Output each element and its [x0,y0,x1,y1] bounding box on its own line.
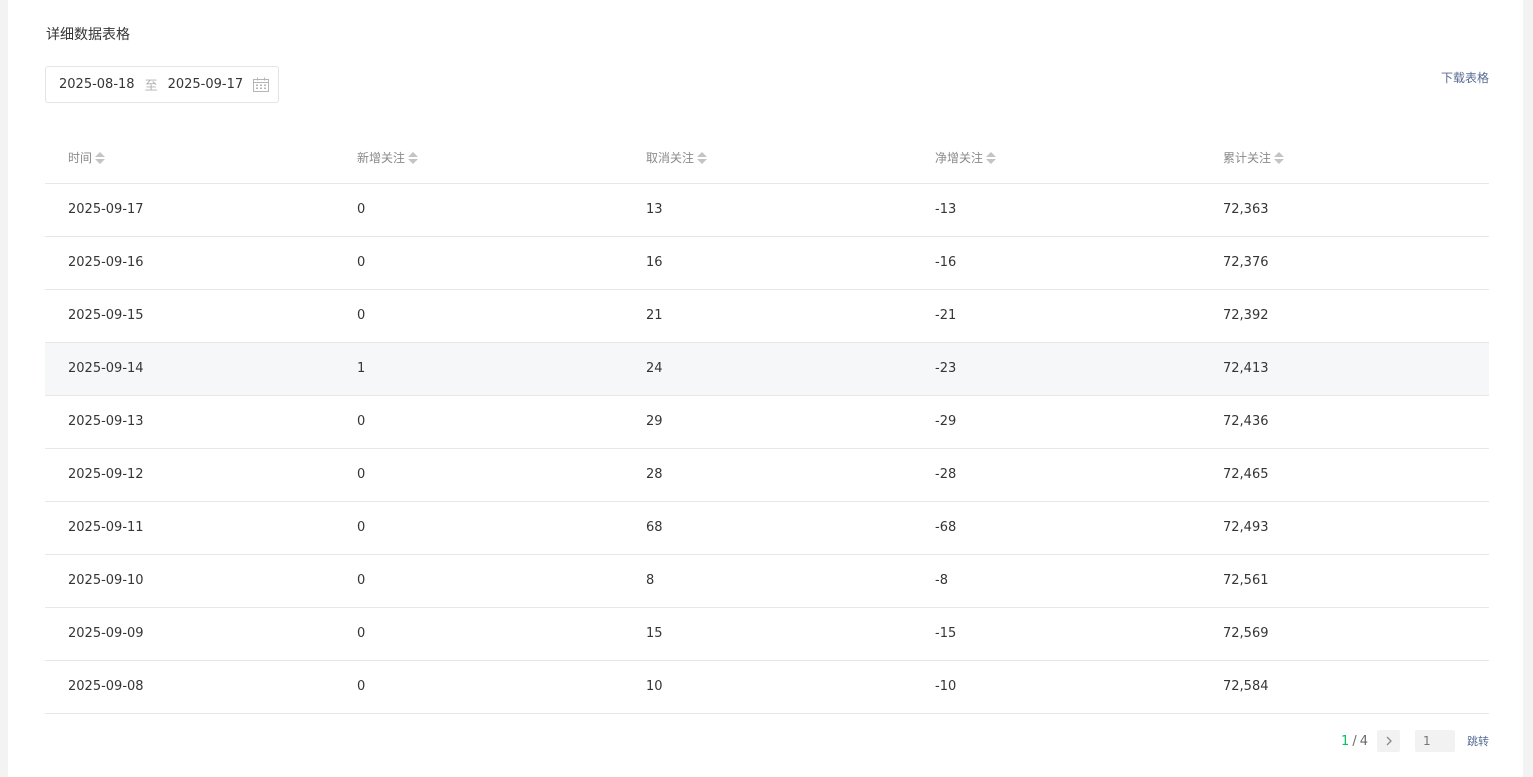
cell-net: -15 [935,626,957,641]
sort-icon[interactable] [697,151,708,164]
cell-unfollow: 13 [646,202,663,217]
data-table: 时间 新增关注 取消关注 净增关注 累计关注 2025-09-17 0 13 -… [45,131,1489,714]
cell-new: 0 [357,573,366,588]
cell-date: 2025-09-13 [68,414,144,429]
sort-icon[interactable] [408,151,419,164]
table-row: 2025-09-08 0 10 -10 72,584 [45,661,1489,714]
cell-total: 72,413 [1223,361,1269,376]
sort-icon[interactable] [95,151,106,164]
data-table-panel: 详细数据表格 2025-08-18 至 2025-09-17 下载表格 时间 新… [8,0,1523,777]
cell-new: 0 [357,255,366,270]
table-row: 2025-09-13 0 29 -29 72,436 [45,396,1489,449]
cell-total: 72,363 [1223,202,1269,217]
date-range-picker[interactable]: 2025-08-18 至 2025-09-17 [45,66,279,103]
cell-total: 72,376 [1223,255,1269,270]
cell-unfollow: 21 [646,308,663,323]
sort-icon[interactable] [1274,151,1285,164]
cell-net: -8 [935,573,948,588]
total-pages: 4 [1359,733,1368,749]
cell-net: -23 [935,361,957,376]
cell-new: 0 [357,467,366,482]
cell-net: -29 [935,414,957,429]
cell-unfollow: 68 [646,520,663,535]
cell-new: 0 [357,202,366,217]
header-time[interactable]: 时间 [68,149,106,166]
sort-icon[interactable] [986,151,997,164]
next-page-button[interactable] [1377,730,1400,752]
table-row: 2025-09-16 0 16 -16 72,376 [45,237,1489,290]
cell-total: 72,584 [1223,679,1269,694]
table-row: 2025-09-10 0 8 -8 72,561 [45,555,1489,608]
cell-new: 1 [357,361,366,376]
cell-new: 0 [357,520,366,535]
cell-total: 72,465 [1223,467,1269,482]
cell-total: 72,561 [1223,573,1269,588]
cell-total: 72,569 [1223,626,1269,641]
cell-net: -13 [935,202,957,217]
header-new-follows[interactable]: 新增关注 [357,149,419,166]
table-row: 2025-09-12 0 28 -28 72,465 [45,449,1489,502]
cell-date: 2025-09-08 [68,679,144,694]
page-separator: / [1352,733,1357,749]
cell-unfollow: 10 [646,679,663,694]
table-row: 2025-09-17 0 13 -13 72,363 [45,184,1489,237]
cell-total: 72,392 [1223,308,1269,323]
table-row: 2025-09-11 0 68 -68 72,493 [45,502,1489,555]
cell-date: 2025-09-15 [68,308,144,323]
header-total-follows[interactable]: 累计关注 [1223,149,1285,166]
download-table-link[interactable]: 下载表格 [1441,69,1489,86]
cell-unfollow: 8 [646,573,655,588]
cell-total: 72,436 [1223,414,1269,429]
cell-date: 2025-09-09 [68,626,144,641]
cell-unfollow: 15 [646,626,663,641]
cell-date: 2025-09-12 [68,467,144,482]
pagination: 1 / 4 跳转 [1341,730,1489,752]
cell-date: 2025-09-17 [68,202,144,217]
cell-date: 2025-09-10 [68,573,144,588]
header-unfollows[interactable]: 取消关注 [646,149,708,166]
cell-net: -21 [935,308,957,323]
table-row: 2025-09-14 1 24 -23 72,413 [45,343,1489,396]
cell-unfollow: 28 [646,467,663,482]
section-title: 详细数据表格 [46,27,130,43]
cell-new: 0 [357,414,366,429]
calendar-icon[interactable] [253,77,269,92]
cell-net: -28 [935,467,957,482]
cell-net: -68 [935,520,957,535]
jump-button[interactable]: 跳转 [1467,733,1489,749]
cell-unfollow: 24 [646,361,663,376]
table-header: 时间 新增关注 取消关注 净增关注 累计关注 [45,131,1489,184]
cell-unfollow: 16 [646,255,663,270]
end-date[interactable]: 2025-09-17 [168,77,244,92]
cell-net: -10 [935,679,957,694]
chevron-right-icon [1386,736,1392,746]
cell-new: 0 [357,308,366,323]
cell-total: 72,493 [1223,520,1269,535]
table-row: 2025-09-09 0 15 -15 72,569 [45,608,1489,661]
cell-date: 2025-09-14 [68,361,144,376]
header-net-follows[interactable]: 净增关注 [935,149,997,166]
cell-new: 0 [357,679,366,694]
cell-net: -16 [935,255,957,270]
table-row: 2025-09-15 0 21 -21 72,392 [45,290,1489,343]
start-date[interactable]: 2025-08-18 [59,77,135,92]
date-separator: 至 [144,79,158,94]
cell-unfollow: 29 [646,414,663,429]
cell-date: 2025-09-11 [68,520,144,535]
page-number-input[interactable] [1415,730,1455,752]
cell-new: 0 [357,626,366,641]
current-page: 1 [1341,733,1350,749]
cell-date: 2025-09-16 [68,255,144,270]
